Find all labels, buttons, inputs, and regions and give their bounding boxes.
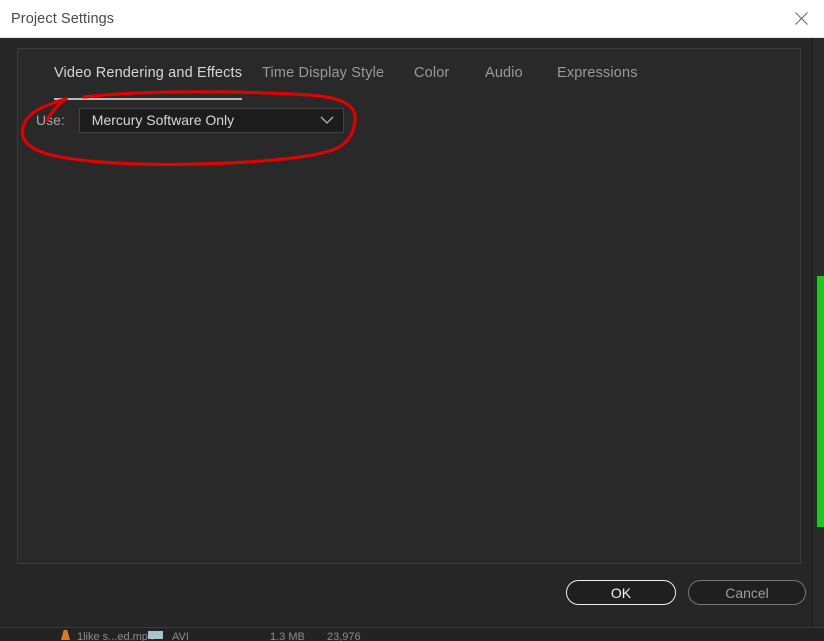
use-label: Use: xyxy=(36,112,65,128)
background-file-row[interactable]: 1like s...ed.mp4 AVI 1.3 MB 23,976 xyxy=(0,627,824,641)
file-frames-cell: 23,976 xyxy=(327,631,361,641)
file-type-cell: AVI xyxy=(172,631,189,641)
tab-expressions[interactable]: Expressions xyxy=(557,65,638,95)
cancel-button[interactable]: Cancel xyxy=(688,580,806,605)
settings-panel: Video Rendering and Effects Time Display… xyxy=(17,48,801,564)
window-title: Project Settings xyxy=(11,11,114,27)
tab-label: Expressions xyxy=(557,65,638,81)
tab-label: Audio xyxy=(485,65,523,81)
close-button[interactable] xyxy=(778,0,824,37)
tab-label: Video Rendering and Effects xyxy=(54,65,242,81)
close-icon xyxy=(794,11,809,26)
tab-color[interactable]: Color xyxy=(414,65,449,95)
renderer-select-value: Mercury Software Only xyxy=(92,112,234,128)
tab-audio[interactable]: Audio xyxy=(485,65,523,95)
media-type-icon xyxy=(148,631,163,639)
tab-strip: Video Rendering and Effects Time Display… xyxy=(18,65,802,95)
clip-warning-icon xyxy=(61,630,70,640)
renderer-select[interactable]: Mercury Software Only xyxy=(79,108,344,133)
project-settings-dialog: Video Rendering and Effects Time Display… xyxy=(0,38,824,641)
tab-video-rendering-and-effects[interactable]: Video Rendering and Effects xyxy=(54,65,242,95)
file-name-cell: 1like s...ed.mp4 xyxy=(77,631,154,641)
ok-button[interactable]: OK xyxy=(566,580,676,605)
chevron-down-icon xyxy=(320,116,334,125)
tab-time-display-style[interactable]: Time Display Style xyxy=(262,65,384,95)
window-titlebar: Project Settings xyxy=(0,0,824,38)
tab-label: Color xyxy=(414,65,449,81)
renderer-row: Use: Mercury Software Only xyxy=(36,107,344,133)
file-size-cell: 1.3 MB xyxy=(270,631,305,641)
green-edge-marker xyxy=(817,276,824,527)
tab-label: Time Display Style xyxy=(262,65,384,81)
